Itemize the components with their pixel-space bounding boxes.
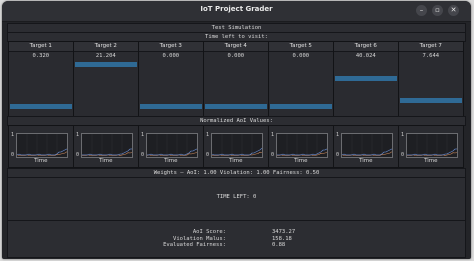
- score-value: 3473.27: [272, 229, 296, 235]
- target-level-bar: [400, 98, 462, 104]
- target-name: Target 6: [334, 42, 398, 52]
- title-bar: IoT Project Grader – ▫ ✕: [2, 1, 471, 22]
- target-value: 40.024: [355, 53, 376, 59]
- target-value: 7.644: [422, 53, 440, 59]
- aoi-line-chart: [146, 134, 198, 157]
- aoi-series-line: [82, 148, 133, 156]
- plot-area: [146, 133, 198, 158]
- target-name: Target 2: [74, 42, 138, 52]
- score-value: 0.88: [272, 242, 286, 248]
- aoi-plot: 1 0 Time: [398, 125, 464, 168]
- target-name: Target 7: [399, 42, 463, 52]
- target-level-bar: [270, 104, 332, 110]
- target-level-bar: [140, 104, 202, 110]
- plot-y-max-label: 1: [271, 132, 275, 138]
- target-cell: Target 5 0.000: [268, 41, 334, 117]
- aoi-plot: 1 0 Time: [268, 125, 334, 168]
- plot-x-axis-label: Time: [359, 158, 373, 164]
- score-label: Violation Malus:: [173, 235, 226, 242]
- app-window: IoT Project Grader – ▫ ✕ Test Simulation…: [2, 1, 471, 259]
- score-value: 158.18: [272, 235, 292, 242]
- target-name: Target 3: [139, 42, 203, 52]
- plot-area: [276, 133, 328, 158]
- aoi-series-line: [341, 148, 393, 156]
- minimize-icon: –: [419, 6, 424, 14]
- plot-y-max-label: 1: [76, 132, 80, 138]
- maximize-icon: ▫: [435, 6, 440, 14]
- target-name: Target 4: [204, 42, 268, 52]
- plot-area: [406, 133, 458, 158]
- close-icon: ✕: [450, 6, 457, 14]
- plot-area: [16, 133, 68, 158]
- plot-area: [81, 133, 133, 158]
- aoi-plot: 1 0 Time: [138, 125, 204, 168]
- score-label: Evaluated Fairness:: [163, 242, 226, 248]
- target-name: Target 1: [9, 42, 73, 52]
- target-name: Target 5: [269, 42, 333, 52]
- target-value: 0.320: [32, 53, 50, 59]
- maximize-button[interactable]: ▫: [432, 5, 443, 16]
- time-left-panel: TIME LEFT: 0: [7, 177, 466, 221]
- target-cell: Target 3 0.000: [138, 41, 204, 117]
- plot-x-axis-label: Time: [229, 158, 243, 164]
- target-value: 0.000: [162, 53, 180, 59]
- minimize-button[interactable]: –: [416, 5, 427, 16]
- target-cell: Target 4 0.000: [203, 41, 269, 117]
- target-level-bar: [205, 104, 267, 110]
- plot-area: [341, 133, 393, 158]
- plot-x-axis-label: Time: [294, 158, 308, 164]
- aoi-line-chart: [341, 134, 393, 157]
- plot-x-axis-label: Time: [164, 158, 178, 164]
- aoi-line-chart: [16, 134, 68, 157]
- plot-x-axis-label: Time: [99, 158, 113, 164]
- target-value: 21.204: [95, 53, 116, 59]
- aoi-series-line: [407, 148, 458, 156]
- target-level-bar: [335, 76, 397, 81]
- plot-y-max-label: 1: [11, 132, 15, 138]
- time-left-display: TIME LEFT: 0: [216, 194, 257, 200]
- target-level-bar: [10, 104, 72, 110]
- target-cell: Target 6 40.024: [333, 41, 399, 117]
- aoi-line-chart: [407, 134, 458, 157]
- plot-area: [211, 133, 263, 158]
- target-cell: Target 1 0.320: [8, 41, 74, 117]
- plot-x-axis-label: Time: [424, 158, 438, 164]
- aoi-line-chart: [82, 134, 133, 157]
- aoi-series-line: [16, 148, 68, 156]
- plot-x-axis-label: Time: [34, 158, 48, 164]
- score-label: AoI Score:: [192, 229, 226, 235]
- aoi-plot: 1 0 Time: [333, 125, 399, 168]
- target-value: 0.000: [292, 53, 310, 59]
- plot-y-max-label: 1: [141, 132, 145, 138]
- aoi-plot: 1 0 Time: [73, 125, 139, 168]
- close-button[interactable]: ✕: [448, 5, 459, 16]
- plot-y-max-label: 1: [206, 132, 210, 138]
- target-cell: Target 2 21.204: [73, 41, 139, 117]
- target-cell: Target 7 7.644: [398, 41, 464, 117]
- aoi-line-chart: [277, 134, 328, 157]
- window-title: IoT Project Grader: [200, 5, 273, 13]
- target-value: 0.000: [227, 53, 245, 59]
- aoi-line-chart: [211, 134, 263, 157]
- score-panel: AoI Score: 3473.27 Violation Malus: 158.18 E…: [7, 220, 466, 258]
- aoi-series-line: [211, 147, 263, 156]
- aoi-plot: 1 0 Time: [203, 125, 269, 168]
- plot-y-max-label: 1: [336, 132, 340, 138]
- aoi-plot: 1 0 Time: [8, 125, 74, 168]
- plot-y-max-label: 1: [401, 132, 405, 138]
- target-level-bar: [75, 62, 137, 68]
